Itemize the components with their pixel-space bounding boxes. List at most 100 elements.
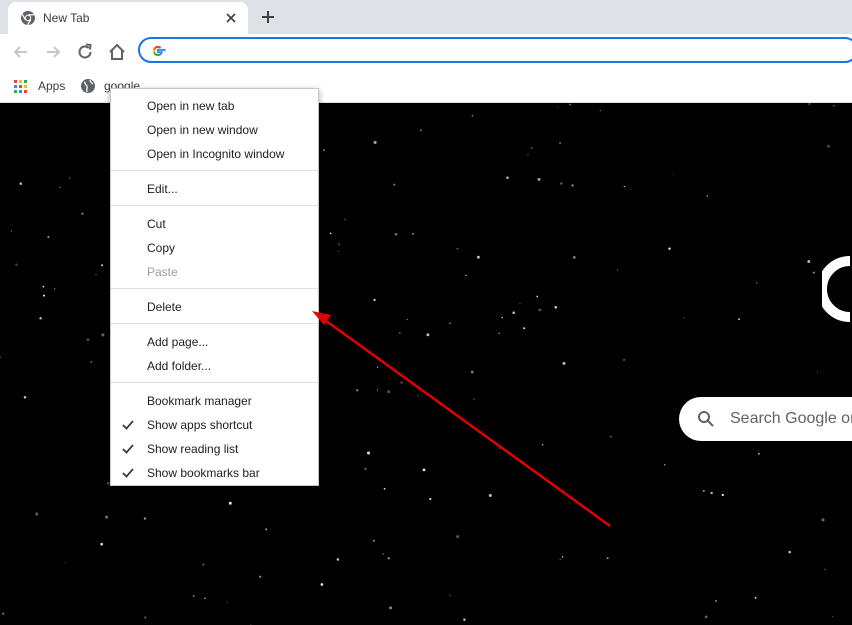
menu-separator — [111, 323, 318, 324]
star — [702, 489, 705, 492]
star — [506, 176, 509, 180]
address-input[interactable] — [172, 41, 776, 61]
forward-arrow-icon[interactable] — [43, 42, 63, 62]
reload-icon[interactable] — [75, 42, 95, 62]
star — [833, 105, 835, 107]
menu-item-label: Show apps shortcut — [147, 418, 253, 432]
star — [412, 232, 414, 235]
star — [228, 501, 232, 505]
star — [512, 311, 516, 315]
star — [81, 212, 84, 216]
star — [394, 232, 398, 236]
google-g-icon — [152, 45, 166, 57]
menu-item-label: Bookmark manager — [147, 394, 252, 408]
menu-item-open-incognito[interactable]: Open in Incognito window — [111, 143, 318, 165]
star — [668, 247, 671, 250]
back-arrow-icon[interactable] — [11, 42, 31, 62]
star — [571, 184, 574, 187]
star — [663, 464, 666, 466]
star — [519, 303, 521, 305]
bookmark-context-menu: Open in new tab Open in new window Open … — [110, 88, 319, 486]
menu-item-label: Edit... — [147, 182, 178, 196]
star — [338, 250, 340, 252]
menu-item-edit[interactable]: Edit... — [111, 178, 318, 200]
star — [259, 575, 262, 578]
menu-item-show-bookmarks-bar[interactable]: Show bookmarks bar — [111, 462, 318, 484]
menu-item-cut[interactable]: Cut — [111, 213, 318, 235]
star — [807, 260, 811, 263]
menu-separator — [111, 288, 318, 289]
star — [101, 333, 105, 337]
star — [463, 618, 466, 621]
tab-new-tab[interactable]: New Tab — [8, 2, 248, 34]
star — [105, 515, 109, 519]
menu-item-label: Paste — [147, 265, 178, 279]
menu-item-add-page[interactable]: Add page... — [111, 331, 318, 353]
close-icon[interactable] — [224, 11, 238, 25]
star — [19, 182, 23, 185]
ntp-search-box[interactable]: Search Google or — [679, 397, 852, 441]
menu-item-open-in-new-window[interactable]: Open in new window — [111, 119, 318, 141]
home-icon[interactable] — [107, 42, 127, 62]
star — [47, 235, 50, 239]
star — [831, 615, 834, 618]
apps-grid-icon — [14, 80, 27, 93]
star — [15, 263, 18, 266]
star — [449, 594, 451, 596]
menu-item-copy[interactable]: Copy — [111, 237, 318, 259]
star — [344, 218, 346, 221]
toolbar — [0, 34, 852, 70]
checkmark-icon — [122, 420, 134, 430]
star — [417, 395, 419, 397]
omnibox[interactable] — [138, 37, 852, 63]
star — [320, 583, 324, 586]
menu-item-label: Show bookmarks bar — [147, 466, 260, 480]
star — [756, 282, 758, 284]
checkmark-icon — [122, 444, 134, 454]
star — [95, 273, 97, 275]
star — [561, 556, 564, 558]
new-tab-button[interactable] — [258, 7, 278, 27]
menu-item-open-in-new-tab[interactable]: Open in new tab — [111, 95, 318, 117]
star — [599, 109, 601, 112]
star — [557, 106, 559, 108]
star — [812, 271, 815, 274]
star — [144, 616, 147, 619]
star — [373, 140, 377, 144]
star — [372, 539, 375, 542]
star — [738, 318, 741, 321]
star — [456, 535, 460, 539]
star — [68, 177, 71, 179]
star — [559, 141, 562, 145]
star — [23, 396, 27, 399]
search-icon — [698, 411, 714, 427]
menu-item-add-folder[interactable]: Add folder... — [111, 355, 318, 377]
star — [562, 361, 566, 365]
star — [420, 129, 422, 132]
star — [53, 287, 56, 290]
star — [538, 308, 542, 312]
star — [470, 370, 474, 374]
bookmark-apps[interactable]: Apps — [14, 76, 70, 96]
star — [35, 512, 39, 516]
star — [422, 468, 426, 472]
star — [704, 615, 708, 619]
star — [471, 114, 474, 117]
menu-item-show-apps-shortcut[interactable]: Show apps shortcut — [111, 414, 318, 436]
star — [477, 255, 480, 259]
star — [204, 597, 206, 599]
star — [523, 327, 526, 330]
menu-item-label: Open in Incognito window — [147, 147, 285, 161]
menu-item-delete[interactable]: Delete — [111, 296, 318, 318]
bookmark-label: Apps — [38, 79, 66, 93]
menu-item-show-reading-list[interactable]: Show reading list — [111, 438, 318, 460]
menu-item-label: Open in new window — [147, 123, 258, 137]
star — [59, 186, 61, 188]
menu-item-label: Open in new tab — [147, 99, 235, 113]
menu-item-bookmark-manager[interactable]: Bookmark manager — [111, 390, 318, 412]
star — [714, 599, 717, 602]
menu-item-label: Copy — [147, 241, 176, 255]
star — [559, 558, 561, 560]
star — [758, 452, 760, 455]
menu-separator — [111, 382, 318, 383]
